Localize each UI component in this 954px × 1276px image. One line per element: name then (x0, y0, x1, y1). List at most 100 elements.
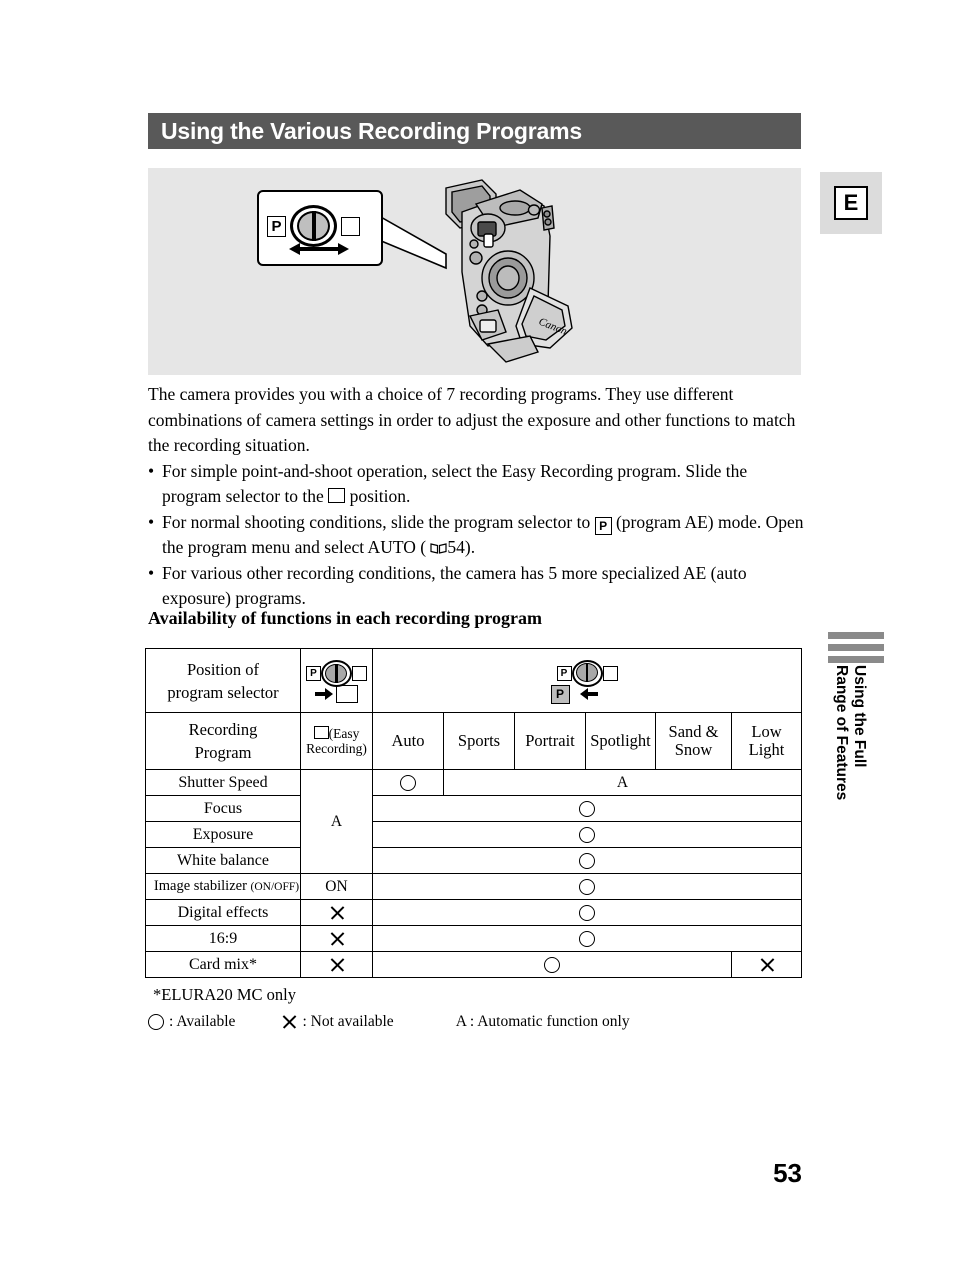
cell-169-easy (300, 925, 373, 952)
legend-not-available: : Not available (281, 1013, 393, 1031)
legend-available: : Available (148, 1013, 235, 1031)
sidebar-vertical-line1: Using the Full (851, 665, 868, 768)
legend-automatic: A : Automatic function only (456, 1013, 630, 1031)
row-label-169: 16:9 (145, 925, 301, 952)
bullet-3-text: For various other recording conditions, … (162, 562, 747, 609)
low-line2: Light (748, 740, 785, 759)
sidebar-rule-bar (828, 632, 884, 639)
bullet-1-part2: position. (345, 486, 411, 506)
cell-card-mix-easy (300, 951, 373, 978)
bullet-item-3: • For various other recording conditions… (148, 561, 804, 612)
body-text: The camera provides you with a choice of… (148, 382, 804, 612)
position-label-cell: Position of program selector (145, 648, 301, 713)
table-header-position-row: Position of program selector P P P (145, 648, 803, 713)
available-circle-icon (579, 852, 596, 869)
square-icon (328, 488, 346, 503)
legend-available-label: : Available (169, 1013, 236, 1030)
availability-table: Position of program selector P P P Recor… (145, 648, 803, 978)
program-selector-dial-icon-small (321, 660, 352, 687)
table-header-program-row: Recording Program (Easy Recording) Auto … (145, 712, 803, 770)
table-row: Card mix* (145, 951, 803, 978)
illustration-panel: P Canon (148, 168, 801, 375)
bullet-marker: • (148, 460, 155, 481)
manual-page: Using the Various Recording Programs P C… (0, 0, 954, 1276)
easy-mode-square-icon-small (352, 666, 367, 681)
easy-mode-square-icon-small (602, 665, 618, 681)
p-icon: P (594, 516, 612, 535)
table-legend: : Available : Not available A : Automati… (148, 1013, 630, 1031)
cell-stabilizer-rest (371, 873, 803, 900)
bullet-2-part1: For normal shooting conditions, slide th… (162, 511, 595, 532)
cell-digital-effects-easy (300, 899, 373, 926)
not-available-cross-icon (329, 957, 345, 973)
bullet-2-text: For normal shooting conditions, slide th… (162, 510, 804, 561)
row-label-card-mix: Card mix* (145, 951, 301, 978)
image-stabilizer-suffix: (ON/OFF) (250, 881, 300, 893)
section-heading: Availability of functions in each record… (148, 608, 542, 628)
sand-line1: Sand & (668, 722, 719, 741)
col-header-auto: Auto (372, 712, 444, 770)
sidebar-vertical-title: Using the Full Range of Features (812, 665, 884, 925)
bullet-marker: • (148, 562, 155, 583)
intro-paragraph: The camera provides you with a choice of… (148, 384, 796, 455)
callout-dial-row: P (267, 205, 360, 247)
p-mode-icon-small: P (306, 666, 321, 681)
recording-program-label-cell: Recording Program (145, 712, 301, 770)
sidebar-rule-bars (828, 632, 884, 668)
p-mode-target-icon: P (550, 684, 570, 704)
table-row: Shutter Speed A A (145, 769, 803, 874)
easy-head-line1: (Easy (301, 726, 372, 741)
bullet-2-part3: 54). (447, 537, 476, 557)
available-circle-icon (579, 904, 596, 921)
program-selector-dial-icon (290, 205, 337, 247)
cell-card-mix-rest (372, 951, 732, 978)
available-circle-icon (544, 956, 560, 973)
bullet-1-part1: For simple point-and-shoot operation, se… (162, 460, 748, 507)
row-label-digital-effects: Digital effects (145, 899, 301, 926)
easy-mode-square-icon (341, 216, 360, 236)
position-label-line1: Position of (187, 659, 259, 679)
availability-table-wrapper: Position of program selector P P P Recor… (145, 648, 803, 978)
table-row: Digital effects (145, 899, 803, 926)
easy-col-line1: (Easy (328, 726, 360, 741)
not-available-cross-icon (759, 957, 775, 973)
chapter-tab-letter: E (834, 186, 868, 220)
cell-digital-effects-rest (371, 899, 803, 926)
page-number: 53 (773, 1158, 802, 1188)
sidebar-rule-bar (828, 644, 884, 651)
row-label-focus: Focus (145, 795, 301, 822)
sand-line2: Snow (674, 740, 713, 759)
cell-exposure-rest (371, 821, 803, 848)
legend-automatic-label: A : Automatic function only (455, 1013, 630, 1030)
page-title-bar: Using the Various Recording Programs (148, 113, 801, 149)
page-title: Using the Various Recording Programs (161, 117, 582, 144)
available-circle-icon (579, 826, 596, 843)
col-header-low-light: Low Light (730, 712, 803, 770)
program-selector-dial-icon-small (571, 659, 603, 687)
sidebar-rule-bar (828, 656, 884, 663)
easy-mode-square-target-icon (336, 685, 358, 703)
table-row: Exposure (145, 821, 803, 848)
bullet-marker: • (148, 511, 155, 532)
row-label-shutter-speed: Shutter Speed (145, 769, 301, 796)
chapter-tab-e: E (820, 172, 882, 234)
bullet-item-2: • For normal shooting conditions, slide … (148, 510, 804, 561)
sidebar-vertical-line2: Range of Features (833, 665, 850, 801)
arrow-left-icon (579, 688, 598, 700)
available-circle-icon (579, 800, 596, 817)
available-circle-icon (579, 878, 596, 895)
low-line1: Low (751, 722, 782, 741)
legend-not-available-label: : Not available (302, 1013, 394, 1030)
double-arrow-icon (289, 243, 349, 255)
p-mode-icon-small: P (556, 665, 572, 681)
cell-shutter-auto (372, 769, 444, 796)
book-icon (430, 536, 448, 554)
row-label-exposure: Exposure (145, 821, 301, 848)
image-stabilizer-main: Image stabilizer (153, 878, 251, 894)
table-footnote: *ELURA20 MC only (153, 985, 297, 1004)
available-circle-icon (579, 930, 596, 947)
col-header-easy-recording: (Easy Recording) (300, 712, 373, 770)
col-header-portrait: Portrait (514, 712, 586, 770)
not-available-cross-icon (329, 905, 345, 921)
not-available-cross-icon (281, 1014, 297, 1030)
